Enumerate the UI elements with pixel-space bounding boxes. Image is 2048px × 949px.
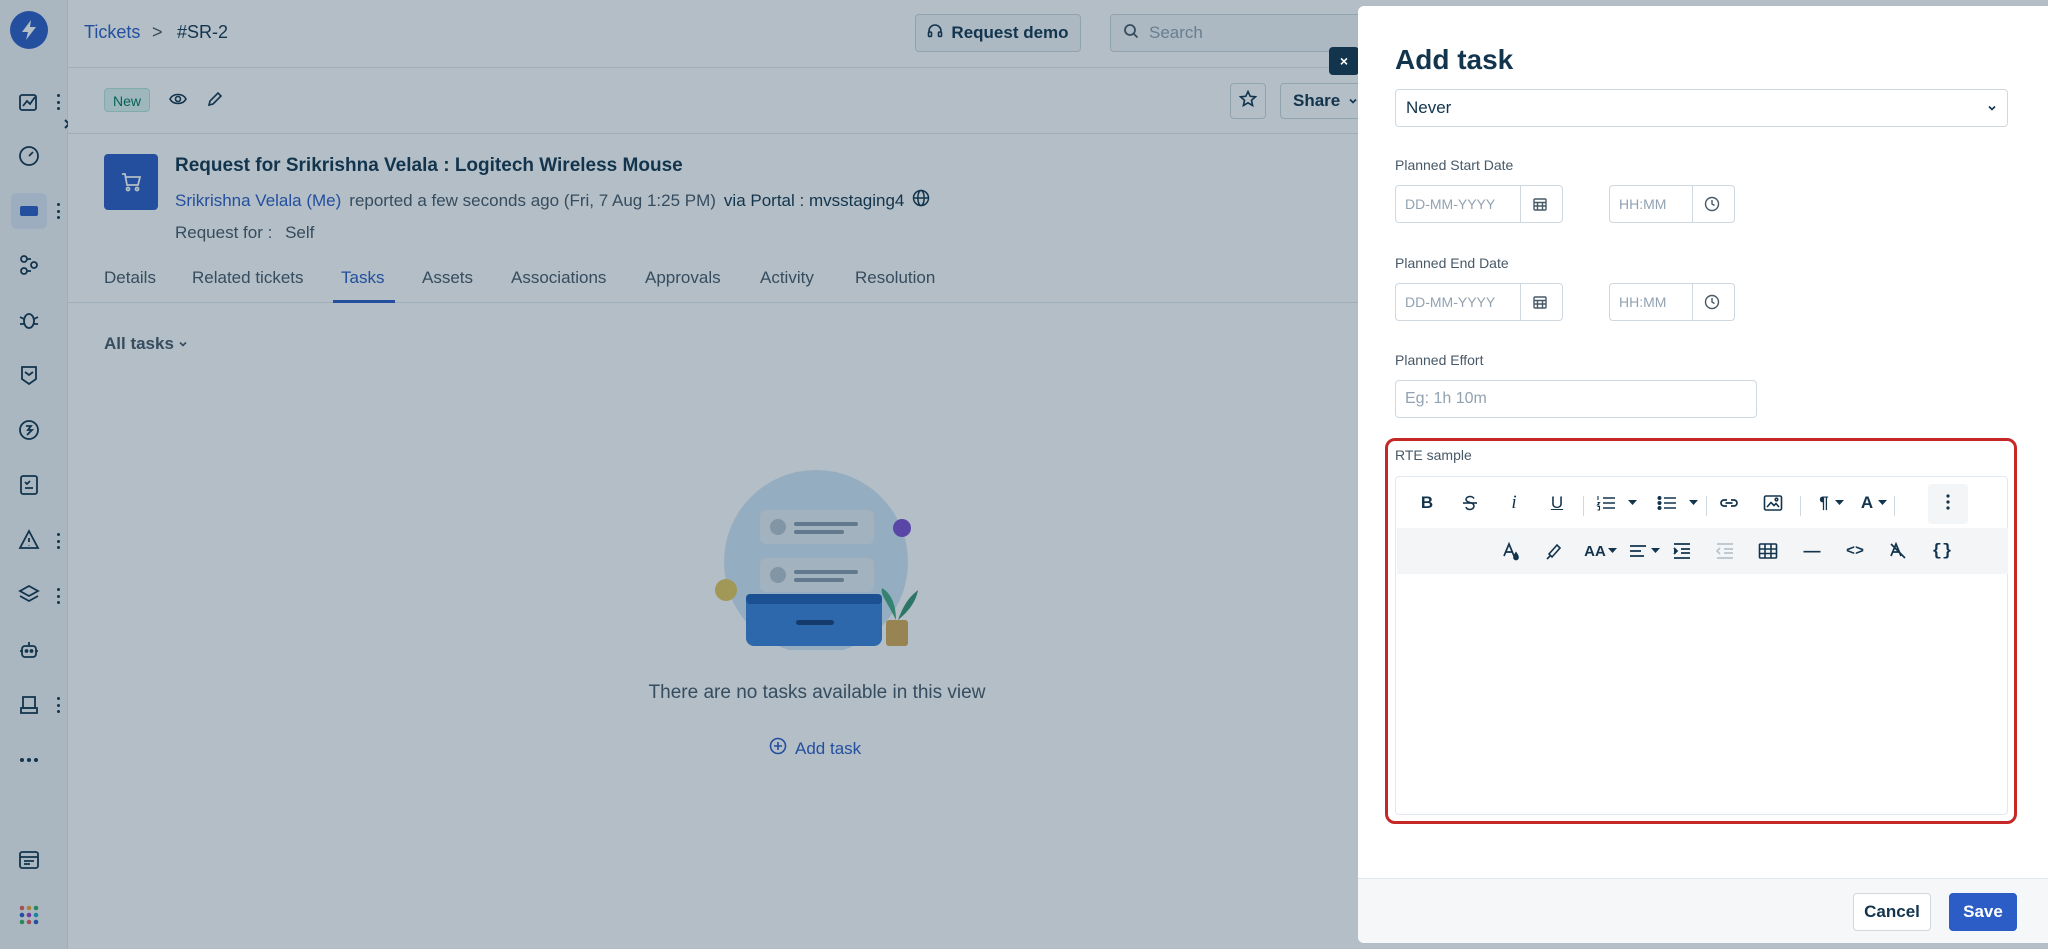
planned-effort-label: Planned Effort (1395, 352, 1484, 368)
repeat-select-value: Never (1406, 98, 1452, 117)
clear-formatting-icon[interactable] (1883, 536, 1913, 566)
drawer-title: Add task (1395, 44, 1514, 75)
planned-end-time-input[interactable] (1610, 294, 1692, 310)
toolbar-more-button[interactable] (1928, 484, 1968, 524)
close-drawer-button[interactable]: × (1329, 47, 1359, 75)
rte-toolbar-row-1: B i U ¶ A (1397, 478, 2008, 528)
toolbar-divider (1583, 496, 1584, 516)
placeholders-button[interactable]: {} (1927, 536, 1957, 566)
rte-content-area[interactable] (1397, 574, 2008, 814)
rte-toolbar-row-2: AA — <> {} (1397, 528, 2008, 574)
unordered-list-icon[interactable] (1652, 488, 1682, 518)
strikethrough-icon[interactable] (1455, 488, 1485, 518)
calendar-icon[interactable] (1520, 186, 1558, 222)
planned-end-date-input[interactable] (1396, 294, 1520, 310)
ordered-list-icon[interactable] (1591, 488, 1621, 518)
chevron-down-icon (1987, 98, 1997, 118)
ordered-list-caret-icon[interactable] (1627, 488, 1637, 518)
toolbar-divider (1800, 496, 1801, 516)
planned-start-time-input[interactable] (1610, 196, 1692, 212)
planned-start-date-input[interactable] (1396, 196, 1520, 212)
code-view-button[interactable]: <> (1840, 536, 1870, 566)
toolbar-divider (1706, 496, 1707, 516)
cancel-button[interactable]: Cancel (1853, 893, 1931, 931)
add-task-drawer: Add task Never Planned Start Date Planne… (1358, 6, 2048, 943)
horizontal-line-button[interactable]: — (1797, 536, 1827, 566)
planned-start-date-field[interactable] (1395, 185, 1563, 223)
table-icon[interactable] (1753, 536, 1783, 566)
planned-end-time-field[interactable] (1609, 283, 1735, 321)
align-icon[interactable] (1623, 536, 1653, 566)
calendar-icon[interactable] (1520, 284, 1558, 320)
save-button[interactable]: Save (1949, 893, 2017, 931)
planned-effort-input[interactable] (1396, 390, 1736, 408)
planned-start-label: Planned Start Date (1395, 157, 1514, 173)
drawer-footer: Cancel Save (1358, 878, 2048, 943)
align-caret-icon[interactable] (1650, 536, 1660, 566)
indent-icon[interactable] (1667, 536, 1697, 566)
underline-button[interactable]: U (1542, 488, 1572, 518)
italic-button[interactable]: i (1499, 488, 1529, 518)
rte-label: RTE sample (1395, 447, 1472, 463)
toolbar-divider (1894, 496, 1895, 516)
bold-button[interactable]: B (1412, 488, 1442, 518)
text-color-icon[interactable] (1496, 536, 1526, 566)
clock-icon[interactable] (1692, 284, 1730, 320)
unordered-list-caret-icon[interactable] (1688, 488, 1698, 518)
planned-end-label: Planned End Date (1395, 255, 1509, 271)
planned-effort-field[interactable] (1395, 380, 1757, 418)
vertical-dots-icon (1946, 493, 1950, 515)
close-icon: × (1339, 53, 1349, 69)
highlight-icon[interactable] (1539, 536, 1569, 566)
font-family-caret-icon[interactable] (1877, 488, 1887, 518)
paragraph-caret-icon[interactable] (1834, 488, 1844, 518)
image-icon[interactable] (1758, 488, 1788, 518)
planned-start-time-field[interactable] (1609, 185, 1735, 223)
font-size-caret-icon[interactable] (1607, 536, 1617, 566)
font-size-button[interactable]: AA (1580, 536, 1610, 566)
rich-text-editor: B i U ¶ A AA — <> {} (1395, 476, 2008, 815)
clock-icon[interactable] (1692, 186, 1730, 222)
repeat-select[interactable]: Never (1395, 89, 2008, 127)
outdent-icon[interactable] (1710, 536, 1740, 566)
link-icon[interactable] (1714, 488, 1744, 518)
planned-end-date-field[interactable] (1395, 283, 1563, 321)
